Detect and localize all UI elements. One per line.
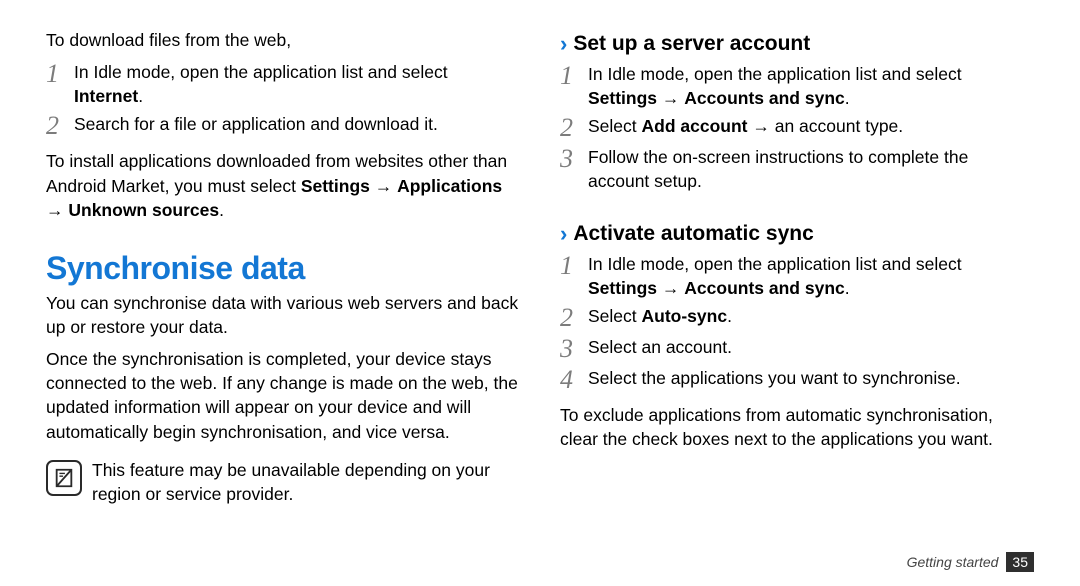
exclude-note: To exclude applications from automatic s… [560, 403, 1034, 451]
text: . [727, 306, 732, 326]
text: → [370, 176, 397, 196]
step-text: Search for a file or application and dow… [74, 112, 520, 136]
text: In Idle mode, open the application list … [588, 254, 962, 274]
download-intro: To download files from the web, [46, 28, 520, 52]
step-number: 1 [46, 60, 74, 87]
list-item: 1 In Idle mode, open the application lis… [560, 62, 1034, 110]
step-number: 2 [46, 112, 74, 139]
subheading-label: Set up a server account [573, 32, 810, 56]
step-text: Select Add account → an account type. [588, 114, 1034, 138]
text: → [657, 88, 684, 108]
text: Select [588, 116, 642, 136]
subheading-server-account: › Set up a server account [560, 32, 1034, 56]
text: In Idle mode, open the application list … [588, 64, 962, 84]
footer-page-number: 35 [1006, 552, 1034, 572]
text: . [845, 278, 850, 298]
step-number: 2 [560, 114, 588, 141]
chevron-icon: › [560, 223, 567, 245]
text: . [138, 86, 143, 106]
step-text: Select the applications you want to sync… [588, 366, 1034, 390]
download-steps: 1 In Idle mode, open the application lis… [46, 60, 520, 143]
step-number: 4 [560, 366, 588, 393]
step-number: 2 [560, 304, 588, 331]
bold-text: Accounts and sync [684, 88, 844, 108]
step-text: Follow the on-screen instructions to com… [588, 145, 1034, 193]
manual-page: To download files from the web, 1 In Idl… [0, 0, 1080, 586]
bold-text: Auto-sync [642, 306, 728, 326]
page-footer: Getting started 35 [907, 552, 1034, 572]
list-item: 4 Select the applications you want to sy… [560, 366, 1034, 393]
text: → [46, 200, 68, 220]
text: Select [588, 306, 642, 326]
bold-text: Unknown sources [68, 200, 219, 220]
subheading-automatic-sync: › Activate automatic sync [560, 222, 1034, 246]
list-item: 2 Select Add account → an account type. [560, 114, 1034, 141]
sync-desc-2: Once the synchronisation is completed, y… [46, 347, 520, 444]
step-text: In Idle mode, open the application list … [588, 252, 1034, 300]
automatic-sync-steps: 1 In Idle mode, open the application lis… [560, 252, 1034, 397]
step-text: Select Auto-sync. [588, 304, 1034, 328]
step-number: 3 [560, 145, 588, 172]
list-item: 2 Search for a file or application and d… [46, 112, 520, 139]
list-item: 1 In Idle mode, open the application lis… [560, 252, 1034, 300]
text: → [747, 116, 774, 136]
list-item: 3 Follow the on-screen instructions to c… [560, 145, 1034, 193]
bold-text: Accounts and sync [684, 278, 844, 298]
bold-text: Settings [301, 176, 370, 196]
step-text: Select an account. [588, 335, 1034, 359]
subheading-label: Activate automatic sync [573, 222, 813, 246]
list-item: 2 Select Auto-sync. [560, 304, 1034, 331]
note-text: This feature may be unavailable dependin… [92, 458, 520, 506]
text: In Idle mode, open the application list … [74, 62, 448, 82]
list-item: 1 In Idle mode, open the application lis… [46, 60, 520, 108]
bold-text: Settings [588, 88, 657, 108]
install-note: To install applications downloaded from … [46, 149, 520, 221]
bold-text: Add account [642, 116, 748, 136]
step-number: 1 [560, 62, 588, 89]
bold-text: Applications [397, 176, 502, 196]
footer-section-label: Getting started [907, 554, 999, 570]
step-number: 3 [560, 335, 588, 362]
chevron-icon: › [560, 33, 567, 55]
text: . [845, 88, 850, 108]
bold-text: Settings [588, 278, 657, 298]
note-icon [46, 460, 82, 496]
step-number: 1 [560, 252, 588, 279]
sync-desc-1: You can synchronise data with various we… [46, 291, 520, 339]
text: → [657, 278, 684, 298]
step-text: In Idle mode, open the application list … [588, 62, 1034, 110]
server-account-steps: 1 In Idle mode, open the application lis… [560, 62, 1034, 198]
section-heading-synchronise: Synchronise data [46, 250, 520, 287]
text: . [219, 200, 224, 220]
bold-text: Internet [74, 86, 138, 106]
note-box: This feature may be unavailable dependin… [46, 458, 520, 506]
right-column: › Set up a server account 1 In Idle mode… [560, 28, 1034, 568]
step-text: In Idle mode, open the application list … [74, 60, 520, 108]
text: an account type. [775, 116, 903, 136]
list-item: 3 Select an account. [560, 335, 1034, 362]
left-column: To download files from the web, 1 In Idl… [46, 28, 520, 568]
